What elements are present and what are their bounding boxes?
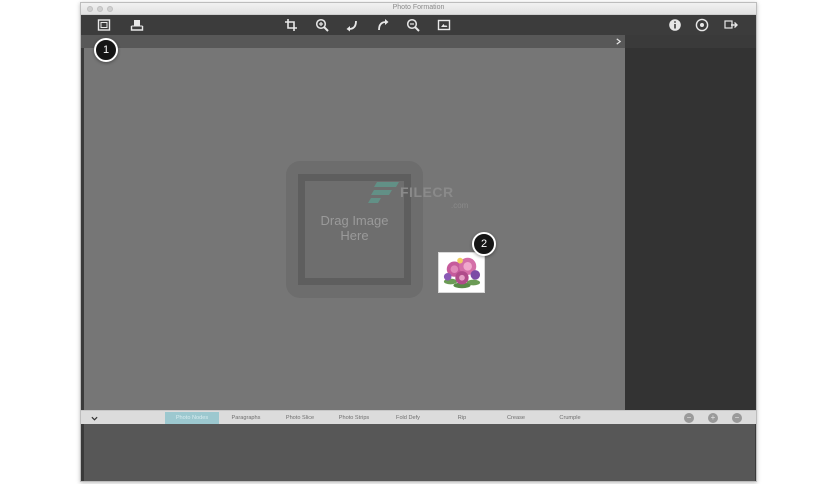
tab-photo-slice[interactable]: Photo Slice: [273, 412, 327, 424]
tab-crease[interactable]: Crease: [489, 412, 543, 424]
remove-button[interactable]: −: [732, 413, 742, 423]
title-bar: Photo Formation: [81, 3, 756, 15]
tab-rip[interactable]: Rip: [435, 412, 489, 424]
app-window: Photo Formation Drag Image Here FILECR .…: [80, 2, 757, 482]
image-canvas[interactable]: Drag Image Here FILECR .com 1 2: [84, 38, 625, 410]
rotate-left-icon[interactable]: [344, 17, 360, 33]
flower-bouquet-image: [443, 257, 481, 289]
effects-preview-panel: [84, 424, 755, 481]
watermark-logo-icon: [368, 182, 399, 203]
import-tray-icon[interactable]: [129, 17, 145, 33]
photo-frame-icon[interactable]: [96, 17, 112, 33]
tab-paragraphs[interactable]: Paragraphs: [219, 412, 273, 424]
settings-icon[interactable]: [694, 17, 710, 33]
options-bar: [81, 35, 625, 48]
right-sidebar: [625, 48, 756, 410]
tab-photo-strips[interactable]: Photo Strips: [327, 412, 381, 424]
crop-icon[interactable]: [283, 17, 299, 33]
rotate-right-icon[interactable]: [375, 17, 391, 33]
fit-screen-icon[interactable]: [436, 17, 452, 33]
add-button[interactable]: +: [708, 413, 718, 423]
expand-panel-chevron-right-icon[interactable]: [612, 35, 624, 48]
zoom-in-icon[interactable]: [314, 17, 330, 33]
callout-badge-2: 2: [472, 232, 496, 256]
tab-photo-nodes[interactable]: Photo Nodes: [165, 412, 219, 424]
effects-tab-bar: Photo Nodes Paragraphs Photo Slice Photo…: [81, 410, 756, 424]
zoom-out-icon[interactable]: [405, 17, 421, 33]
toolbar: [81, 15, 756, 35]
info-icon[interactable]: [667, 17, 683, 33]
tab-crumple[interactable]: Crumple: [543, 412, 597, 424]
minus-button[interactable]: −: [684, 413, 694, 423]
collapse-chevron-down-icon[interactable]: [89, 412, 99, 424]
tab-fold-defy[interactable]: Fold Defy: [381, 412, 435, 424]
watermark-suffix: .com: [451, 201, 469, 210]
flower-image-thumbnail[interactable]: [438, 252, 485, 293]
window-title: Photo Formation: [392, 4, 445, 11]
callout-badge-1: 1: [94, 38, 118, 62]
share-icon[interactable]: [723, 17, 739, 33]
watermark: FILECR .com: [367, 178, 477, 214]
options-bar-right: [625, 35, 756, 48]
drop-zone-label: Drag Image Here: [320, 213, 389, 243]
watermark-name: FILECR: [400, 184, 454, 200]
